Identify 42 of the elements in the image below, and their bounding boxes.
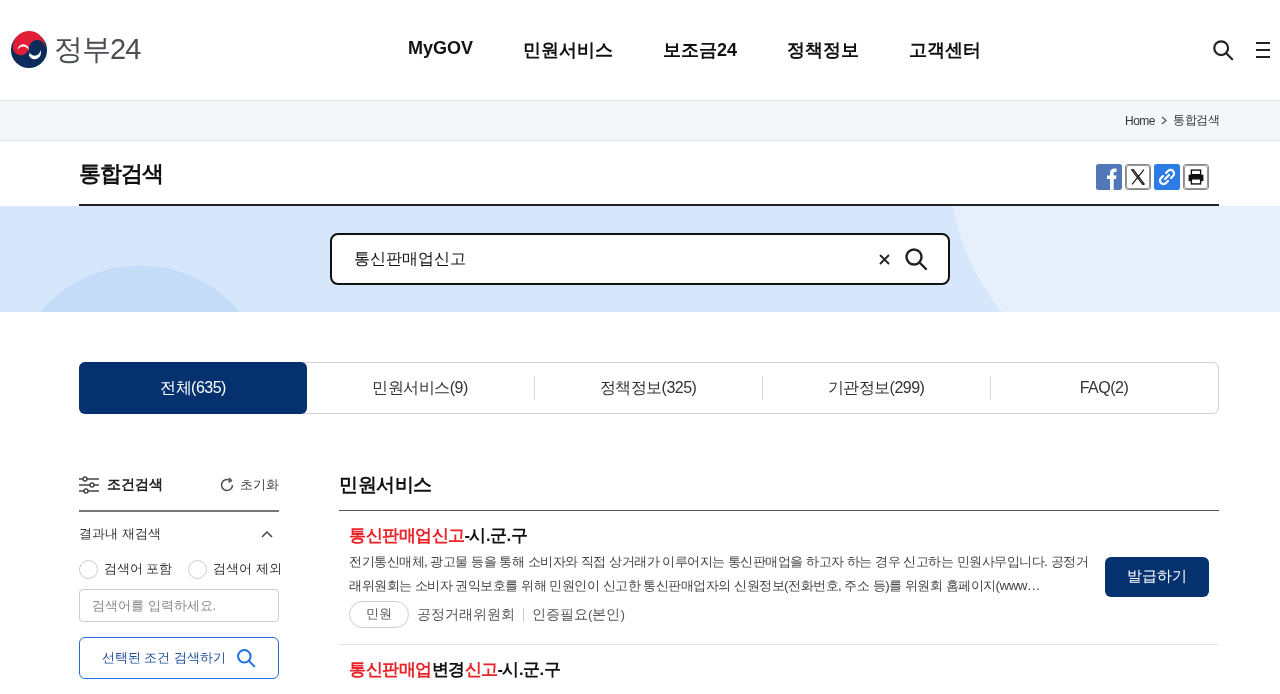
category-tab[interactable]: 기관정보(299) (762, 363, 990, 413)
reset-button[interactable]: 초기화 (219, 476, 279, 494)
logo-text[interactable]: 정부24 (54, 30, 141, 70)
x-logo-icon[interactable] (1125, 163, 1151, 190)
refine-search-field[interactable]: 검색어를 입력하세요. (79, 589, 279, 622)
category-tab[interactable]: FAQ(2) (990, 363, 1218, 413)
logo-icon[interactable] (10, 31, 48, 69)
result-description: 전기통신매체, 광고물 등을 통해 소비자와 직접 상거래가 이루어지는 통신판매업을 하고자 하는 경우 신고하는 민원사무입니다. 공정거래위원회는 소비자 권익보호를 위해 민원인이 신고한 통신판매업자의 신원정보(전화번호, 주소 등)를 위원회 홈페이지(www… (349, 553, 1090, 595)
filter-title: 조건검색 (107, 476, 163, 494)
chevron-icon (1161, 116, 1167, 125)
menu-icon[interactable] (1256, 40, 1270, 60)
nav-link[interactable]: MyGOV (408, 38, 473, 62)
link-icon[interactable] (1154, 163, 1180, 190)
search-icon[interactable] (904, 247, 928, 271)
section-heading: 민원서비스 (339, 466, 1219, 511)
result-title[interactable]: 통신판매업신고-시.군.구 (349, 525, 1105, 547)
caret-icon[interactable] (261, 530, 273, 538)
nav-link[interactable]: 정책정보 (787, 38, 860, 62)
issue-button[interactable]: 발급하기 (1105, 556, 1209, 597)
print-icon[interactable] (1183, 163, 1209, 190)
search-icon[interactable] (1212, 39, 1234, 61)
page-title: 통합검색 (79, 159, 163, 188)
radio-label[interactable]: 검색어 제외 (213, 561, 282, 578)
breadcrumb-link[interactable]: 통합검색 (1173, 112, 1219, 129)
category-tab[interactable]: 정책정보(325) (534, 363, 762, 413)
clear-icon[interactable] (879, 253, 890, 265)
result-title[interactable]: 통신판매업변경신고-시.군.구 (349, 659, 1209, 681)
refresh-icon (219, 477, 235, 493)
section-title: 결과내 재검색 (79, 525, 161, 543)
nav-link[interactable]: 민원서비스 (523, 38, 613, 62)
nav-link[interactable]: 보조금24 (663, 38, 738, 62)
category-tab[interactable]: 민원서비스(9) (306, 363, 534, 413)
agency-name: 공정거래위원회 (417, 605, 515, 624)
radio-label[interactable]: 검색어 포함 (104, 561, 173, 578)
auth-requirement: 인증필요(본인) (532, 605, 625, 624)
filter-icon (79, 476, 99, 494)
facebook-icon[interactable] (1096, 163, 1122, 190)
search-field[interactable]: 통신판매업신고 (330, 233, 950, 285)
breadcrumb-link[interactable]: Home (1125, 113, 1155, 128)
filter-search-button[interactable]: 선택된 조건 검색하기 (79, 637, 279, 679)
nav-link[interactable]: 고객센터 (909, 38, 982, 62)
category-tab[interactable]: 전체(635) (79, 362, 307, 414)
